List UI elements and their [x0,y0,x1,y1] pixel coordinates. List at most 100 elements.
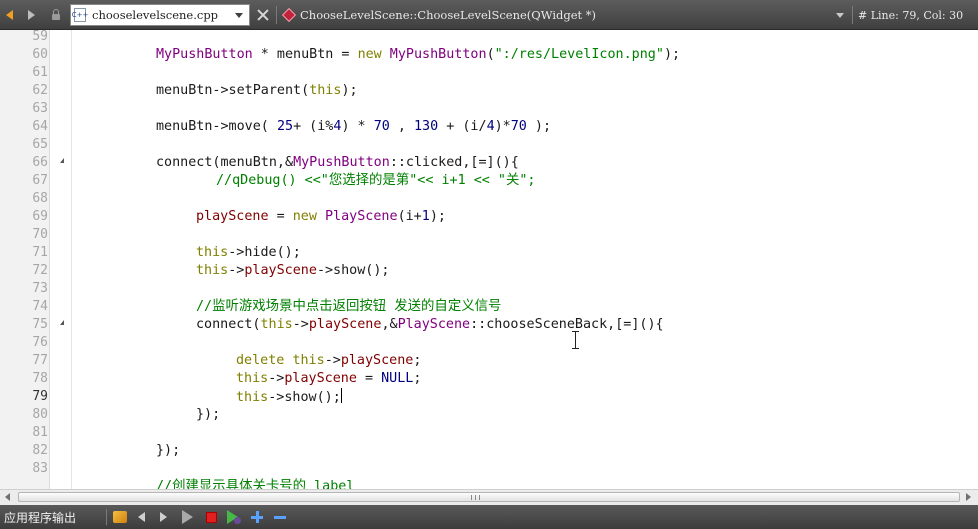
code-line: this->hide(); [196,244,301,262]
text-cursor [340,388,342,403]
line-number: 70 [32,227,48,242]
code-token: 130 [414,119,439,134]
code-token: ( [486,47,495,62]
line-number: 77 [32,353,48,368]
code-token: (i+ [397,209,422,224]
line-number: 69 [32,209,48,224]
code-token: 70 [373,119,390,134]
code-token: PlayScene [316,209,398,224]
cpp-file-icon: C++ [72,8,88,22]
horizontal-scrollbar[interactable] [0,489,978,505]
function-icon [281,7,297,23]
code-token: ::clicked,[=](){ [389,155,519,170]
code-line: menuBtn->move( 25+ (i% 4) * 70 , 130 + (i… [156,118,551,136]
build-icon [113,511,127,523]
output-panel-tab[interactable]: 应用程序输出 [4,505,76,529]
next-item-button[interactable] [160,505,167,529]
toolbar-separator [852,6,853,24]
line-number: 63 [32,101,48,116]
line-number: 74 [32,299,48,314]
run-icon [182,510,193,524]
code-line: MyPushButton * menuBtn = new MyPushButto… [156,46,680,64]
code-line: //qDebug() <<"您选择的是第"<< i+1 << "关"; [216,172,535,190]
code-token: this [196,263,229,278]
function-selector[interactable]: ChooseLevelScene::ChooseLevelScene(QWidg… [281,0,846,30]
code-token: this [196,245,229,260]
scrollbar-thumb[interactable] [18,492,960,502]
code-line: //创建显示具体关卡号的 label [156,478,354,489]
code-token: ":/res/LevelIcon.png" [494,47,664,62]
code-editor[interactable]: MyPushButton * menuBtn = new MyPushButto… [72,30,978,489]
code-token: }); [196,407,221,422]
scroll-left-icon[interactable] [5,493,10,501]
code-token: delete [236,353,285,368]
dropdown-icon [235,12,243,18]
code-token: this [236,390,269,405]
code-token: -> [228,263,245,278]
code-token: connect( [196,317,261,332]
stop-button[interactable] [206,505,217,529]
code-comment: //创建显示具体关卡号的 label [156,479,355,489]
code-token: this [309,83,342,98]
back-button[interactable] [6,0,13,30]
code-token: NULL [381,371,414,386]
function-signature: ChooseLevelScene::ChooseLevelScene(QWidg… [300,8,597,22]
line-number: 64 [32,119,48,134]
code-token: ; [413,353,422,368]
file-name: chooselevelscene.cpp [92,8,219,22]
code-token: ); [341,83,358,98]
line-number: 81 [32,425,48,440]
fold-marker-icon[interactable] [60,158,64,163]
output-panel-bar: 应用程序输出 [0,505,978,529]
code-token: ->show(); [316,263,390,278]
zoom-out-button[interactable] [274,505,286,529]
code-token: this [260,317,293,332]
scroll-right-icon[interactable] [966,493,971,501]
run-button[interactable] [182,505,193,529]
zoom-in-button[interactable] [251,505,263,529]
line-number: 83 [32,461,48,476]
close-document-button[interactable] [256,0,270,30]
line-number: 65 [32,137,48,152]
code-line: connect(menuBtn,&MyPushButton::clicked,[… [156,154,519,172]
code-token: = [268,209,293,224]
file-selector[interactable]: C++ chooselevelscene.cpp [70,4,250,26]
lock-toggle[interactable] [52,0,60,30]
code-token: )* [494,119,511,134]
zoom-in-icon [251,511,263,523]
dropdown-icon [836,12,844,18]
code-token: playScene [196,209,269,224]
code-token: ); [429,209,446,224]
previous-item-button[interactable] [138,505,145,529]
code-token: PlayScene [397,317,471,332]
fold-margin[interactable] [50,30,72,489]
code-line: delete this->playScene; [236,352,421,370]
line-number-gutter[interactable]: 59 60 61 62 63 64 65 66 67 68 69 70 71 7… [0,29,50,489]
fold-marker-icon[interactable] [60,320,64,325]
close-icon [256,8,270,22]
code-comment: //qDebug() <<"您选择的是第"<< i+1 << "关"; [216,173,536,188]
line-number: 60 [32,47,48,62]
line-number: 71 [32,245,48,260]
code-token: ->hide(); [228,245,301,260]
code-line-current: this->show(); [236,388,342,407]
code-token: this [236,371,269,386]
cursor-position-indicator[interactable]: # Line: 79, Col: 30 [858,0,963,30]
code-token: MyPushButton [293,155,390,170]
back-arrow-icon [6,10,13,20]
debug-button[interactable] [227,505,241,529]
line-number: 78 [32,371,48,386]
code-token: this [292,353,325,368]
line-number: 67 [32,173,48,188]
code-comment: //监听游戏场景中点击返回按钮 发送的自定义信号 [196,299,502,314]
lock-icon [52,9,60,20]
code-token: playScene [340,353,414,368]
toolbar-separator [276,6,277,24]
code-token: 25 [276,119,294,134]
code-token: = [356,371,382,386]
code-line: }); [196,406,220,424]
code-line: menuBtn->setParent(this); [156,82,358,100]
code-token: playScene [308,317,382,332]
forward-button[interactable] [28,0,35,30]
build-button[interactable] [113,505,127,529]
